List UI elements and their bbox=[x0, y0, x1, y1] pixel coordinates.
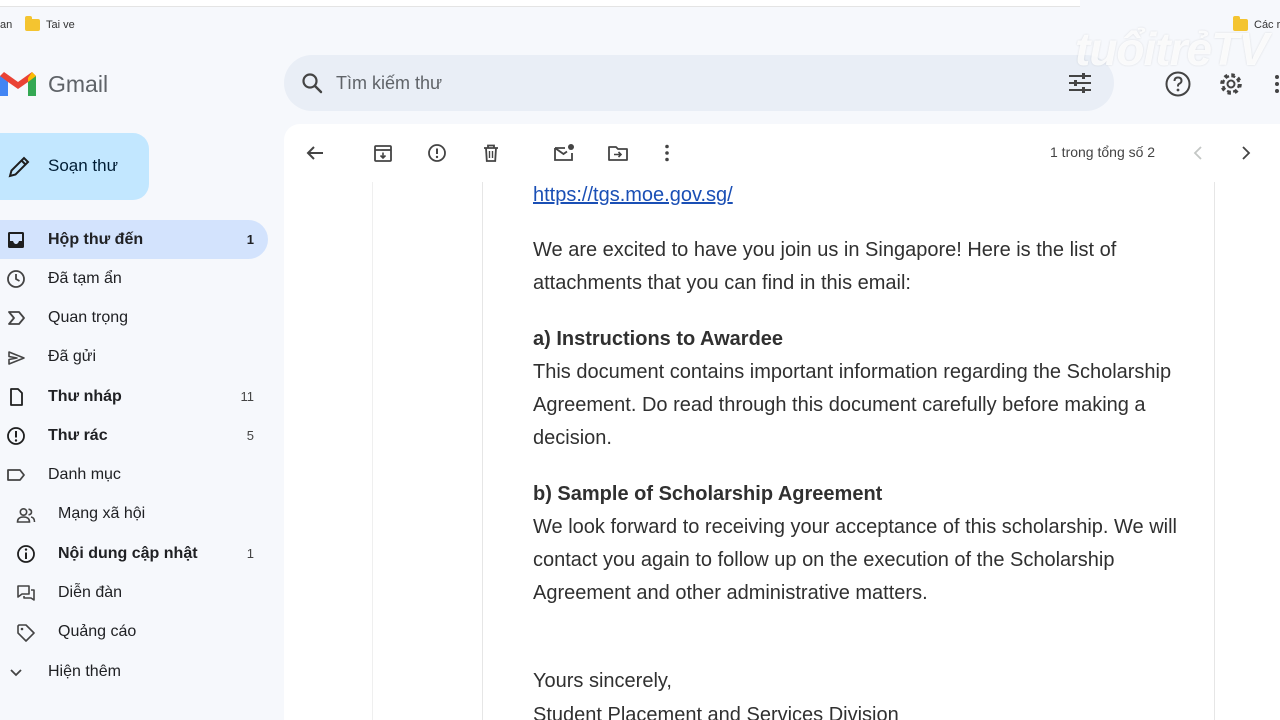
sidebar-item-label: Thư rác bbox=[48, 426, 108, 444]
spam-count: 5 bbox=[246, 428, 254, 444]
attachment-a-heading: a) Instructions to Awardee bbox=[533, 328, 784, 350]
more-options-vertical-icon[interactable] bbox=[655, 141, 679, 165]
pagination-label: 1 trong tổng số 2 bbox=[1050, 144, 1156, 160]
chevron-down-icon bbox=[10, 669, 22, 677]
sidebar-item-label: Diễn đàn bbox=[58, 584, 123, 602]
sidebar-item-more[interactable]: Hiện thêm bbox=[0, 652, 268, 691]
sidebar-item-label: Thư nháp bbox=[48, 387, 122, 405]
sidebar-item-updates[interactable]: Nội dung cập nhật 1 bbox=[0, 534, 268, 573]
updates-count: 1 bbox=[246, 546, 254, 562]
sidebar-item-important[interactable]: Quan trọng bbox=[0, 298, 268, 337]
bookmark-fragment[interactable]: an bbox=[0, 19, 12, 31]
sidebar-item-snoozed[interactable]: Đã tạm ẩn bbox=[0, 259, 268, 298]
sidebar-item-label: Đã gửi bbox=[48, 348, 97, 366]
sidebar-item-label: Hộp thư đến bbox=[48, 230, 144, 248]
signature-division: Student Placement and Services Division bbox=[533, 704, 899, 720]
attachment-b-description: We look forward to receiving your accept… bbox=[533, 516, 1177, 604]
spam-icon bbox=[7, 427, 25, 446]
sidebar-item-label: Quan trọng bbox=[48, 308, 129, 326]
moe-portal-link[interactable]: https://tgs.moe.gov.sg/ bbox=[533, 179, 733, 212]
closing-line: Yours sincerely, bbox=[533, 670, 672, 692]
back-arrow-icon[interactable] bbox=[303, 141, 327, 165]
chevron-left-icon[interactable] bbox=[1186, 141, 1210, 165]
sidebar-item-label: Mạng xã hội bbox=[58, 505, 146, 523]
sidebar-item-forums[interactable]: Diễn đàn bbox=[0, 573, 268, 612]
draft-file-icon bbox=[10, 387, 23, 406]
sidebar-item-label: Quảng cáo bbox=[58, 623, 137, 641]
info-icon bbox=[17, 545, 35, 563]
search-bar[interactable] bbox=[284, 55, 1114, 111]
intro-paragraph: We are excited to have you join us in Si… bbox=[533, 239, 1117, 294]
sidebar-nav: Hộp thư đến 1 Đã tạm ẩn Quan trọng Đã gử… bbox=[0, 220, 268, 691]
sidebar-item-spam[interactable]: Thư rác 5 bbox=[0, 416, 268, 455]
sidebar-item-promotions[interactable]: Quảng cáo bbox=[0, 613, 268, 652]
chevron-right-icon[interactable] bbox=[1234, 141, 1258, 165]
tuoitre-tv-watermark: tuổitrẻTV bbox=[1075, 23, 1269, 75]
compose-button[interactable]: Soạn thư bbox=[0, 133, 149, 200]
bookmark-folder-tai-ve[interactable]: Tai ve bbox=[25, 16, 75, 31]
unread-count: 1 bbox=[246, 232, 254, 247]
email-message-body: https://tgs.moe.gov.sg/ We are excited t… bbox=[482, 182, 1215, 720]
send-icon bbox=[8, 350, 25, 365]
browser-tab-strip-edge bbox=[0, 0, 1080, 7]
search-icon[interactable] bbox=[300, 71, 324, 95]
report-spam-icon[interactable] bbox=[425, 141, 449, 165]
gmail-m-icon bbox=[0, 72, 36, 96]
people-icon bbox=[16, 507, 36, 523]
archive-icon[interactable] bbox=[371, 141, 395, 165]
important-label-icon bbox=[8, 311, 25, 326]
sidebar-item-label: Hiện thêm bbox=[48, 662, 121, 680]
delete-trash-icon[interactable] bbox=[479, 141, 503, 165]
folder-icon bbox=[25, 16, 40, 31]
inbox-icon bbox=[8, 232, 24, 248]
forum-chat-icon bbox=[17, 585, 35, 602]
email-toolbar: 1 trong tổng số 2 bbox=[284, 124, 1280, 182]
sidebar-item-drafts[interactable]: Thư nháp 11 bbox=[0, 377, 268, 416]
sidebar-item-label: Nội dung cập nhật bbox=[58, 544, 198, 562]
sidebar-item-categories[interactable]: Danh mục bbox=[0, 455, 268, 494]
apps-grid-icon[interactable] bbox=[1270, 70, 1280, 98]
sidebar-item-inbox[interactable]: Hộp thư đến 1 bbox=[0, 220, 268, 259]
divider bbox=[372, 182, 373, 720]
attachment-b-heading: b) Sample of Scholarship Agreement bbox=[533, 483, 883, 505]
category-label-icon bbox=[7, 469, 25, 482]
sidebar-item-label: Đã tạm ẩn bbox=[48, 269, 122, 287]
tag-icon bbox=[17, 623, 35, 642]
mark-unread-icon[interactable] bbox=[552, 141, 576, 165]
email-view-panel: 1 trong tổng số 2 https://tgs.moe.gov.sg… bbox=[284, 124, 1280, 720]
draft-count: 11 bbox=[240, 389, 255, 405]
search-input[interactable] bbox=[336, 70, 1036, 96]
sidebar-item-label: Danh mục bbox=[48, 466, 121, 484]
gmail-logo[interactable]: Gmail bbox=[0, 66, 108, 102]
move-to-folder-icon[interactable] bbox=[606, 141, 630, 165]
sidebar-item-social[interactable]: Mạng xã hội bbox=[0, 495, 268, 534]
pencil-icon bbox=[8, 156, 30, 178]
clock-icon bbox=[7, 270, 25, 288]
attachment-a-description: This document contains important informa… bbox=[533, 361, 1172, 449]
sidebar-item-sent[interactable]: Đã gửi bbox=[0, 338, 268, 377]
